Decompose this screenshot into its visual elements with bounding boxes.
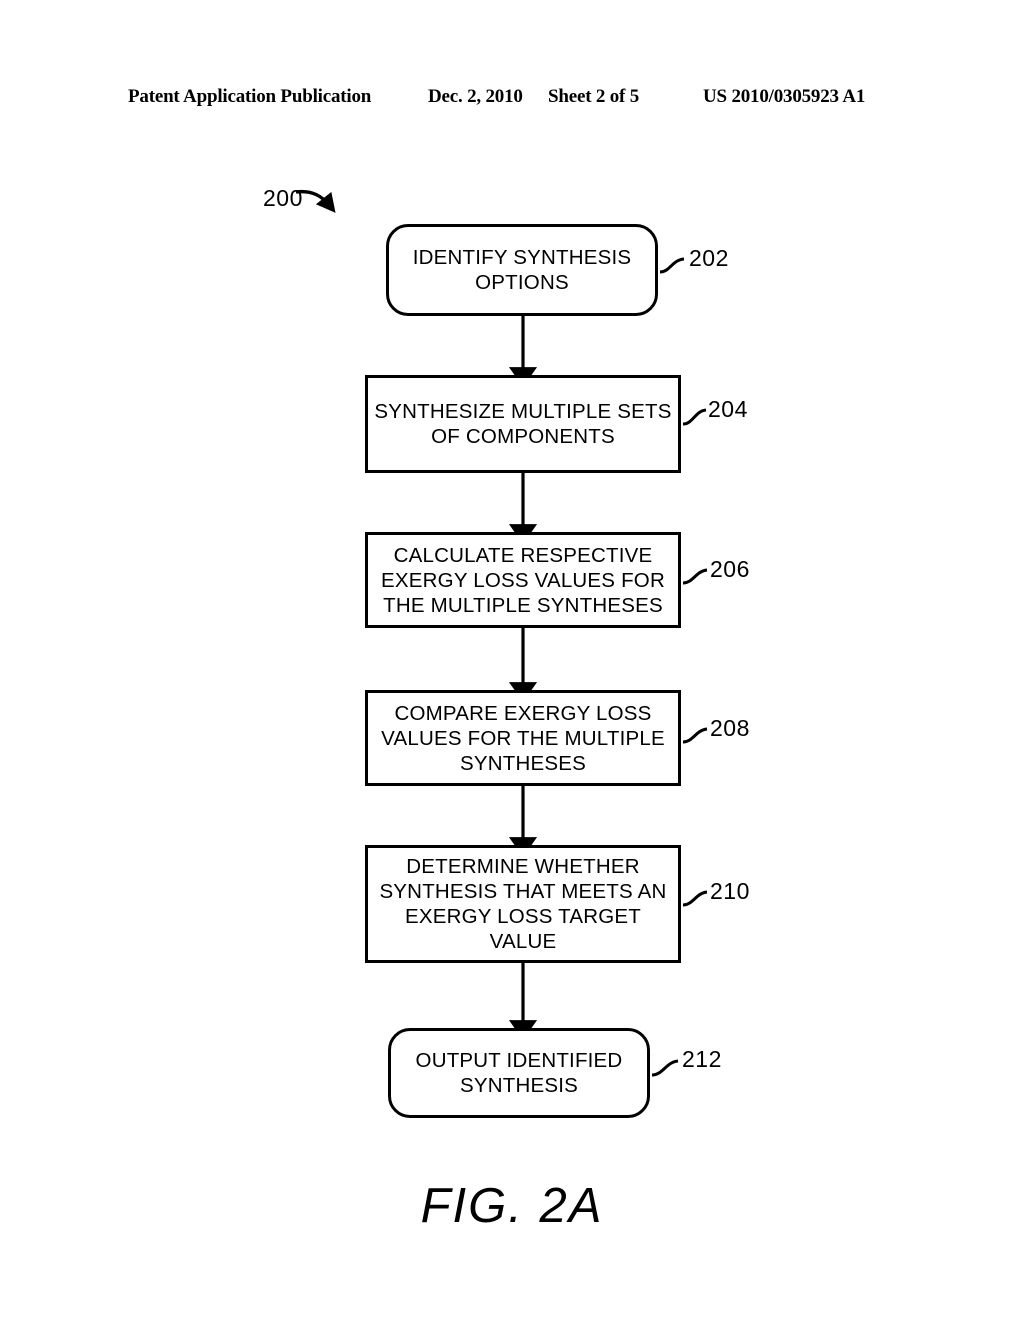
flowchart-connectors xyxy=(295,189,708,1077)
flow-node-label: OUTPUT IDENTIFIED SYNTHESIS xyxy=(415,1049,623,1097)
leader-line-204 xyxy=(682,408,707,426)
leader-line-210 xyxy=(682,890,708,907)
reference-numeral-202: 202 xyxy=(689,245,729,271)
leader-line-206 xyxy=(682,568,708,585)
reference-numeral-200: 200 xyxy=(263,185,303,211)
leader-line-212 xyxy=(651,1059,679,1077)
flow-node-label: IDENTIFY SYNTHESIS OPTIONS xyxy=(412,246,632,294)
figure-caption: FIG. 2A xyxy=(420,1179,604,1233)
flow-node-compare-exergy-loss-values[interactable]: COMPARE EXERGY LOSS VALUES FOR THE MULTI… xyxy=(365,690,681,786)
flow-node-calculate-exergy-loss-values[interactable]: CALCULATE RESPECTIVE EXERGY LOSS VALUES … xyxy=(365,532,681,628)
flow-node-label: CALCULATE RESPECTIVE EXERGY LOSS VALUES … xyxy=(381,543,665,617)
leader-line-202 xyxy=(659,257,685,274)
leader-line-208 xyxy=(682,727,708,744)
flow-node-identify-synthesis-options[interactable]: IDENTIFY SYNTHESIS OPTIONS xyxy=(386,224,658,316)
flow-node-label: SYNTHESIZE MULTIPLE SETS OF COMPONENTS xyxy=(374,400,672,448)
flow-node-determine-synthesis-meets-target[interactable]: DETERMINE WHETHER SYNTHESIS THAT MEETS A… xyxy=(365,845,681,963)
flowchart-figure: IDENTIFY SYNTHESIS OPTIONS SYNTHESIZE MU… xyxy=(0,0,1024,1320)
flow-node-synthesize-multiple-sets[interactable]: SYNTHESIZE MULTIPLE SETS OF COMPONENTS xyxy=(365,375,681,473)
flow-node-label: DETERMINE WHETHER SYNTHESIS THAT MEETS A… xyxy=(379,855,667,953)
reference-numeral-210: 210 xyxy=(710,878,750,904)
flow-node-label: COMPARE EXERGY LOSS VALUES FOR THE MULTI… xyxy=(381,701,665,775)
reference-numeral-204: 204 xyxy=(708,396,748,422)
reference-numeral-212: 212 xyxy=(682,1046,722,1072)
flow-node-output-identified-synthesis[interactable]: OUTPUT IDENTIFIED SYNTHESIS xyxy=(388,1028,650,1118)
reference-numeral-206: 206 xyxy=(710,556,750,582)
reference-numeral-208: 208 xyxy=(710,715,750,741)
